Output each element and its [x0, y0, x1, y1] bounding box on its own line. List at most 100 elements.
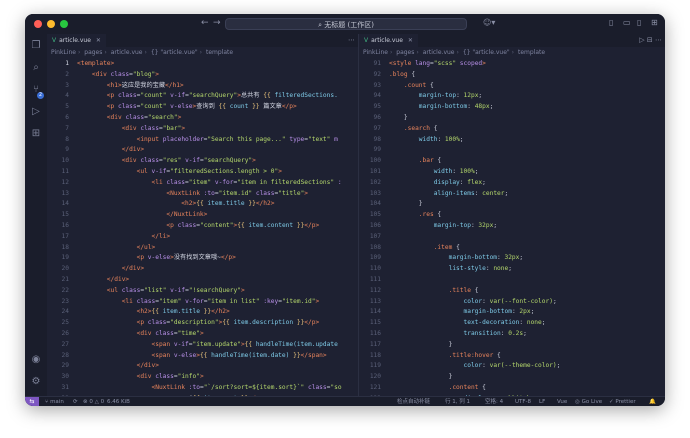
- code-line[interactable]: <p class="count" v-else>查询到 {{ count }} …: [77, 102, 297, 112]
- line-number[interactable]: 103: [359, 189, 381, 199]
- indentation[interactable]: 空格: 4: [485, 397, 503, 406]
- code-line[interactable]: </div>: [77, 145, 144, 155]
- line-number[interactable]: 7: [47, 124, 69, 134]
- code-line[interactable]: }: [389, 113, 408, 123]
- code-line[interactable]: </NuxtLink>: [77, 210, 207, 220]
- line-number[interactable]: 106: [359, 221, 381, 231]
- line-number[interactable]: 8: [47, 135, 69, 145]
- layout-icon[interactable]: ⊞: [651, 18, 658, 27]
- code-line[interactable]: </div>: [77, 264, 144, 274]
- code-line[interactable]: }: [389, 372, 453, 382]
- language-mode[interactable]: Vue: [557, 397, 567, 406]
- line-number[interactable]: 16: [47, 221, 69, 231]
- cursor-position[interactable]: 行 1, 列 1: [445, 397, 470, 406]
- code-line[interactable]: <div class="info">: [77, 372, 204, 382]
- breadcrumb-item[interactable]: article.vue: [111, 49, 143, 56]
- code-line[interactable]: <div class="search">: [77, 113, 182, 123]
- code-line[interactable]: <li class="item" v-for="item in filtered…: [77, 178, 342, 188]
- code-line[interactable]: .search {: [389, 124, 438, 134]
- status-autocomplete[interactable]: 检点自动补链: [397, 397, 430, 406]
- line-number[interactable]: 10: [47, 156, 69, 166]
- code-line[interactable]: <span v-if="item.update">{{ handleTime(i…: [77, 340, 338, 350]
- code-line[interactable]: .title:hover {: [389, 351, 501, 361]
- line-number[interactable]: 25: [47, 318, 69, 328]
- line-number[interactable]: 30: [47, 372, 69, 382]
- line-number[interactable]: 118: [359, 351, 381, 361]
- breadcrumb-item[interactable]: PinkLine: [363, 49, 388, 56]
- line-number[interactable]: 29: [47, 361, 69, 371]
- line-number[interactable]: 98: [359, 135, 381, 145]
- code-line[interactable]: <h1>这应是我的宝藏</h1>: [77, 81, 184, 91]
- close-tab-icon[interactable]: ✕: [96, 37, 101, 44]
- toggle-secondary-sidebar-icon[interactable]: ▯: [637, 18, 641, 27]
- code-line[interactable]: .count {: [389, 81, 434, 91]
- line-number[interactable]: 111: [359, 275, 381, 285]
- line-number[interactable]: 91: [359, 59, 381, 69]
- line-number[interactable]: 19: [47, 253, 69, 263]
- run-debug-icon[interactable]: ▷: [30, 106, 42, 118]
- line-number[interactable]: 108: [359, 243, 381, 253]
- problems-indicator[interactable]: ⊗ 0 △ 0: [83, 397, 104, 406]
- code-line[interactable]: margin-bottom: 32px;: [389, 253, 524, 263]
- encoding[interactable]: UTF-8: [515, 397, 531, 406]
- line-number[interactable]: 115: [359, 318, 381, 328]
- line-number[interactable]: 9: [47, 145, 69, 155]
- code-line[interactable]: </div>: [77, 361, 159, 371]
- breadcrumb-item[interactable]: article.vue: [423, 49, 455, 56]
- minimize-window-button[interactable]: [47, 20, 55, 28]
- code-line[interactable]: <input placeholder="Search this page..."…: [77, 135, 338, 145]
- line-number[interactable]: 109: [359, 253, 381, 263]
- line-number[interactable]: 21: [47, 275, 69, 285]
- code-line[interactable]: </div>: [77, 275, 129, 285]
- code-line[interactable]: <NuxtLink :to="`/sort?sort=${item.sort}`…: [77, 383, 342, 393]
- line-number[interactable]: 18: [47, 243, 69, 253]
- nav-back-icon[interactable]: ←: [201, 18, 209, 28]
- line-number[interactable]: 121: [359, 383, 381, 393]
- line-number[interactable]: 24: [47, 307, 69, 317]
- line-number[interactable]: 112: [359, 286, 381, 296]
- code-line[interactable]: </ul>: [77, 243, 156, 253]
- line-number[interactable]: 1: [47, 59, 69, 69]
- line-number[interactable]: 104: [359, 199, 381, 209]
- code-line[interactable]: <div class="blog">: [77, 70, 159, 80]
- line-number[interactable]: 3: [47, 81, 69, 91]
- line-number[interactable]: 17: [47, 232, 69, 242]
- prettier-status[interactable]: ✓ Prettier: [609, 397, 636, 406]
- line-number[interactable]: 20: [47, 264, 69, 274]
- line-number[interactable]: 27: [47, 340, 69, 350]
- line-number[interactable]: 31: [47, 383, 69, 393]
- go-live-button[interactable]: ◎ Go Live: [575, 397, 602, 406]
- line-number[interactable]: 113: [359, 297, 381, 307]
- run-split-more-icons[interactable]: ▷ ⊟ ⋯: [639, 34, 662, 47]
- code-line[interactable]: margin-top: 12px;: [389, 91, 482, 101]
- code-line[interactable]: <ul v-if="filteredSections.length > 0">: [77, 167, 282, 177]
- code-line[interactable]: .res {: [389, 210, 441, 220]
- code-line[interactable]: margin-bottom: 48px;: [389, 102, 494, 112]
- line-number[interactable]: 117: [359, 340, 381, 350]
- line-number[interactable]: 102: [359, 178, 381, 188]
- line-number[interactable]: 11: [47, 167, 69, 177]
- line-number[interactable]: 93: [359, 81, 381, 91]
- line-number[interactable]: 23: [47, 297, 69, 307]
- line-number[interactable]: 95: [359, 102, 381, 112]
- code-line[interactable]: <div class="time">: [77, 329, 204, 339]
- sync-icon[interactable]: ⟳: [73, 397, 78, 406]
- line-number[interactable]: 119: [359, 361, 381, 371]
- line-number[interactable]: 96: [359, 113, 381, 123]
- code-line[interactable]: <p class="description">{{ item.descripti…: [77, 318, 320, 328]
- tab-article-vue-left[interactable]: Varticle.vue ✕: [47, 34, 106, 47]
- toggle-sidebar-icon[interactable]: ▯: [609, 18, 613, 27]
- tab-article-vue-right[interactable]: Varticle.vue ✕: [359, 34, 418, 47]
- code-line[interactable]: <p v-else>没有找到文章哦~</p>: [77, 253, 236, 263]
- explorer-icon[interactable]: ❐: [30, 40, 42, 52]
- line-number[interactable]: 97: [359, 124, 381, 134]
- code-line[interactable]: <div class="bar">: [77, 124, 185, 134]
- code-line[interactable]: <style lang="scss" scoped>: [389, 59, 486, 69]
- close-tab-icon[interactable]: ✕: [408, 37, 413, 44]
- code-line[interactable]: <template>: [77, 59, 114, 69]
- branch-indicator[interactable]: ⑂ main: [45, 397, 64, 406]
- line-number[interactable]: 28: [47, 351, 69, 361]
- breadcrumb-item[interactable]: PinkLine: [51, 49, 76, 56]
- code-line[interactable]: .content {: [389, 383, 486, 393]
- accounts-icon[interactable]: ◉: [30, 354, 42, 366]
